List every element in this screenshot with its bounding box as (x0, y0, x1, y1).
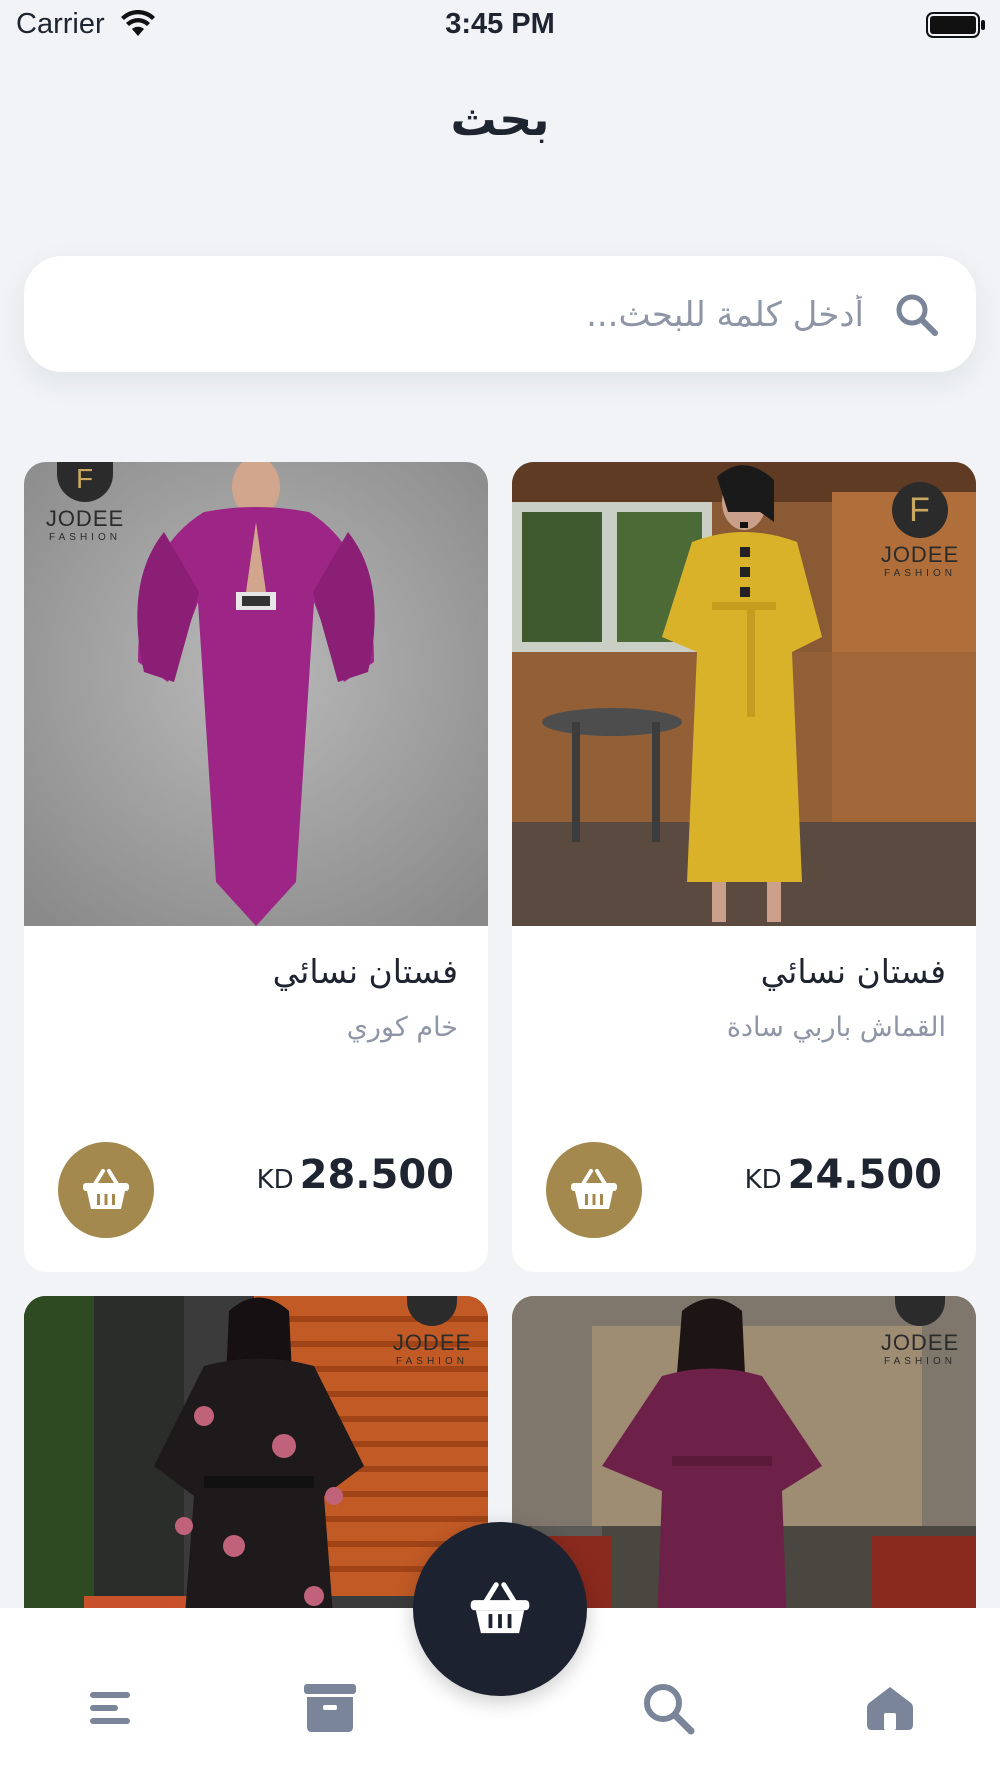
tab-search[interactable] (628, 1668, 708, 1748)
price-amount: 28.500 (299, 1152, 454, 1198)
product-price: KD 28.500 (257, 1152, 454, 1198)
home-icon (867, 1687, 913, 1730)
search-box[interactable] (24, 256, 976, 372)
product-description: خام كوري (346, 1012, 458, 1043)
product-description: القماش باربي سادة (726, 1012, 946, 1043)
brand-logo: JODEE FASHION (392, 1296, 472, 1367)
search-icon[interactable] (892, 290, 940, 338)
menu-icon (90, 1692, 130, 1724)
add-to-cart-button[interactable] (58, 1142, 154, 1238)
product-name: فستان نسائي (760, 952, 946, 991)
search-icon (644, 1684, 695, 1735)
product-name: فستان نسائي (272, 952, 458, 991)
price-amount: 24.500 (787, 1152, 942, 1198)
battery-icon (926, 12, 985, 38)
status-bar: Carrier 3:45 PM (0, 0, 1000, 52)
basket-icon (571, 1169, 617, 1209)
brand-logo: JODEE FASHION (880, 1296, 960, 1367)
product-price: KD 24.500 (745, 1152, 942, 1198)
page-title: بحث (450, 92, 550, 146)
add-to-cart-button[interactable] (546, 1142, 642, 1238)
tab-home[interactable] (850, 1668, 930, 1748)
product-card[interactable]: F JODEE FASHION فستان نسائي القماش باربي… (512, 462, 976, 1272)
product-card[interactable]: F JODEE FASHION فستان نسائي خام كوري KD … (24, 462, 488, 1272)
basket-icon (470, 1582, 530, 1634)
price-currency: KD (744, 1165, 782, 1195)
basket-icon (83, 1169, 129, 1209)
search-input[interactable] (64, 284, 866, 346)
tab-archive[interactable] (290, 1668, 370, 1748)
archive-icon (304, 1684, 356, 1732)
tab-menu[interactable] (70, 1668, 150, 1748)
brand-logo: F JODEE FASHION (880, 482, 960, 579)
clock: 3:45 PM (445, 8, 555, 40)
price-currency: KD (256, 1165, 294, 1195)
cart-button[interactable] (413, 1522, 587, 1696)
brand-logo: F JODEE FASHION (45, 462, 125, 543)
